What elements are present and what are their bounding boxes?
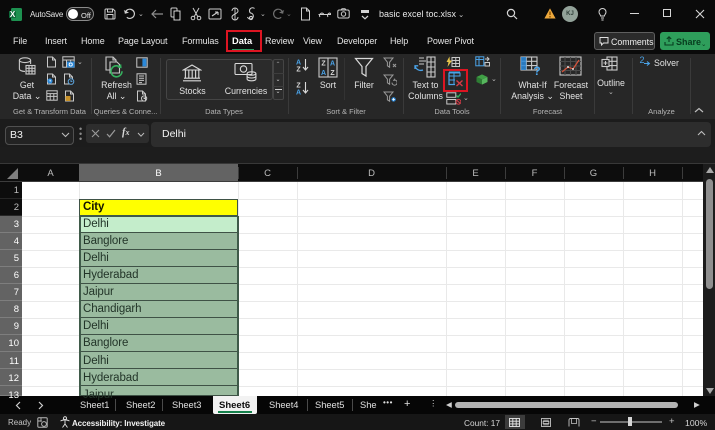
svg-text:X: X [10, 10, 16, 19]
svg-text:Z: Z [321, 61, 326, 68]
svg-text:Z: Z [296, 67, 301, 73]
svg-text:A: A [330, 61, 335, 68]
svg-text:Z: Z [296, 83, 301, 90]
svg-text:A: A [321, 70, 326, 77]
svg-text:?: ? [533, 64, 540, 76]
svg-text:Z: Z [330, 70, 335, 77]
svg-text:A: A [296, 60, 301, 67]
svg-text:A: A [296, 90, 301, 96]
svg-text:2: 2 [639, 55, 644, 65]
